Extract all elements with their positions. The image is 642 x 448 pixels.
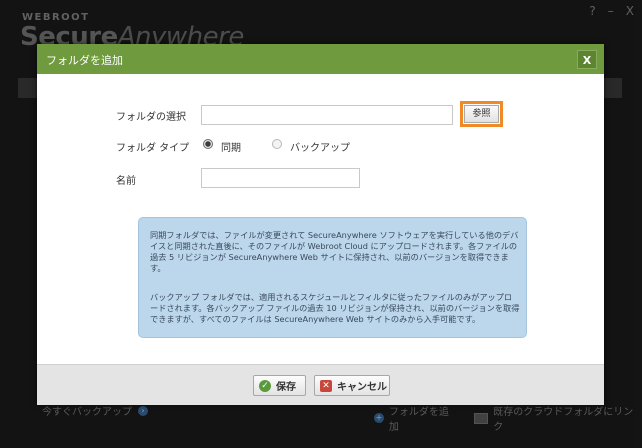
info-sync-text: 同期フォルダでは、ファイルが変更されて SecureAnywhere ソフトウェ… — [150, 230, 519, 273]
dialog-close-button[interactable]: X — [577, 50, 597, 69]
dialog-title: フォルダを追加 — [46, 54, 123, 67]
backup-radio-label[interactable]: バックアップ — [290, 139, 350, 154]
browse-button[interactable]: 参照 — [464, 105, 499, 123]
save-button[interactable]: ✓ 保存 — [253, 375, 306, 396]
dialog-titlebar: フォルダを追加 X — [37, 44, 604, 74]
folder-path-input[interactable] — [201, 105, 453, 125]
sync-radio-label[interactable]: 同期 — [221, 139, 241, 154]
cancel-button[interactable]: ✕ キャンセル — [314, 375, 390, 396]
cancel-x-icon: ✕ — [320, 379, 332, 392]
sync-radio[interactable] — [203, 139, 213, 149]
name-label: 名前 — [116, 176, 136, 187]
checkmark-icon: ✓ — [259, 379, 271, 392]
cancel-button-label: キャンセル — [337, 382, 387, 393]
info-box: 同期フォルダでは、ファイルが変更されて SecureAnywhere ソフトウェ… — [138, 217, 527, 338]
info-backup-text: バックアップ フォルダでは、適用されるスケジュールとフィルタに従ったファイルのみ… — [150, 292, 520, 324]
folder-type-label: フォルダ タイプ — [116, 143, 190, 154]
browse-highlight: 参照 — [460, 101, 503, 127]
name-input[interactable] — [201, 168, 360, 188]
folder-select-label: フォルダの選択 — [116, 112, 186, 123]
add-folder-dialog: フォルダを追加 X フォルダの選択 参照 フォルダ タイプ 同期 バックアップ … — [37, 44, 604, 405]
dialog-footer: ✓ 保存 ✕ キャンセル — [37, 364, 604, 405]
backup-radio[interactable] — [272, 139, 282, 149]
save-button-label: 保存 — [276, 382, 296, 393]
